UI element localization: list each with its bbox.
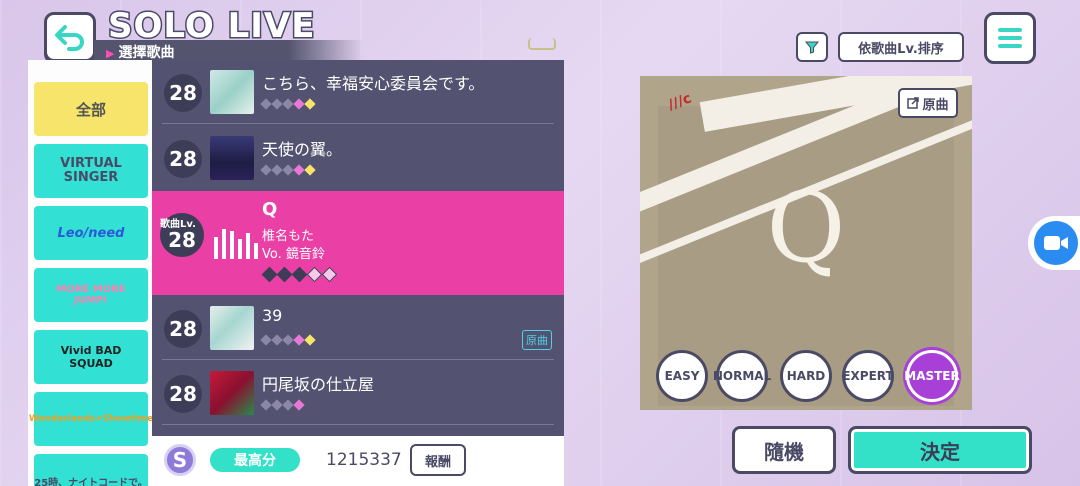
- back-arrow-icon: [55, 25, 84, 51]
- menu-button[interactable]: [984, 12, 1036, 64]
- sidebar-item-leo-need[interactable]: Leo/need: [34, 206, 148, 260]
- sidebar-item-nightcord[interactable]: 25時、ナイトコードで。: [34, 454, 148, 486]
- sidebar-item-more-more-jump[interactable]: MORE MORE JUMP!: [34, 268, 148, 322]
- video-button[interactable]: [1028, 216, 1080, 270]
- sort-button[interactable]: 依歌曲Lv.排序: [838, 32, 964, 62]
- filter-button[interactable]: [796, 32, 828, 62]
- sidebar-item-all[interactable]: 全部: [34, 82, 148, 136]
- nightcord-logo: 25時、ナイトコードで。: [34, 477, 148, 486]
- difficulty-normal-button[interactable]: NORMAL: [713, 350, 771, 402]
- song-row[interactable]: 28 円尾坂の仕立屋: [152, 361, 564, 425]
- song-row[interactable]: 28 天使の翼。: [152, 126, 564, 190]
- vbs-logo: Vivid BAD SQUAD: [60, 344, 122, 370]
- level-tag: 歌曲Lv.: [160, 219, 196, 230]
- score-bar: S 最高分 1215337 報酬: [152, 436, 564, 486]
- video-camera-icon: [1044, 236, 1068, 250]
- unit-filter-sidebar: 全部 VIRTUAL SINGER Leo/need MORE MORE JUM…: [28, 60, 154, 486]
- song-thumbnail: [210, 136, 254, 180]
- song-title: こちら、幸福安心委員会です。: [262, 74, 485, 93]
- subtitle-text: 選擇歌曲: [118, 45, 175, 61]
- difficulty-master-button[interactable]: MASTER: [904, 350, 960, 402]
- song-row[interactable]: 28 39 原曲: [152, 296, 564, 360]
- song-title: 39: [262, 306, 283, 325]
- difficulty-expert-button[interactable]: EXPERT: [842, 350, 894, 402]
- original-song-button[interactable]: 原曲: [898, 88, 958, 118]
- difficulty-easy-button[interactable]: EASY: [656, 350, 708, 402]
- back-button[interactable]: [44, 12, 96, 62]
- song-list[interactable]: 28 こちら、幸福安心委員会です。 28 天使の翼。 28 歌曲Lv. Q 椎名…: [152, 60, 564, 436]
- best-score-value: 1215337: [326, 450, 402, 470]
- song-level: 28: [164, 74, 202, 112]
- page-subtitle: ▶ 選擇歌曲: [106, 42, 174, 62]
- song-thumbnail: [210, 70, 254, 114]
- selected-song-artist: 椎名もた: [262, 229, 315, 244]
- random-button[interactable]: 隨機: [732, 426, 836, 474]
- filter-icon: [805, 41, 819, 54]
- song-title: 天使の翼。: [262, 140, 343, 159]
- external-link-icon: [907, 97, 920, 109]
- play-triangle-icon: ▶: [106, 47, 115, 60]
- song-level: 28: [164, 310, 202, 348]
- song-level: 28: [164, 140, 202, 178]
- reward-button[interactable]: 報酬: [410, 444, 466, 476]
- sidebar-item-virtual-singer[interactable]: VIRTUAL SINGER: [34, 144, 148, 198]
- selected-song-title: Q: [262, 199, 278, 220]
- song-row[interactable]: 28 こちら、幸福安心委員会です。: [152, 60, 564, 124]
- equalizer-icon: [214, 229, 258, 259]
- sidebar-item-label: VIRTUAL SINGER: [60, 156, 122, 185]
- difficulty-dots: [260, 98, 316, 110]
- decide-button[interactable]: 決定: [848, 426, 1032, 474]
- difficulty-hard-button[interactable]: HARD: [780, 350, 832, 402]
- rank-badge: S: [164, 444, 196, 476]
- song-level: 28: [164, 375, 202, 413]
- difficulty-dots: [260, 399, 305, 411]
- song-title: 円尾坂の仕立屋: [262, 375, 375, 394]
- original-tag: 原曲: [522, 330, 552, 350]
- mmj-logo: MORE MORE JUMP!: [56, 284, 126, 306]
- wxs-logo: Wonderlands×Showtime: [28, 414, 154, 424]
- song-row-selected[interactable]: 28 歌曲Lv. Q 椎名もた Vo. 鏡音鈴: [152, 191, 564, 295]
- song-thumbnail: [210, 371, 254, 415]
- leo-need-logo: Leo/need: [57, 225, 125, 241]
- difficulty-dots: [261, 266, 338, 283]
- sidebar-item-wonderlands-showtime[interactable]: Wonderlands×Showtime: [29, 392, 153, 446]
- song-thumbnail: [210, 306, 254, 350]
- hamburger-menu-icon: [998, 28, 1022, 48]
- original-song-label: 原曲: [922, 97, 949, 113]
- sidebar-item-label: 全部: [75, 100, 106, 119]
- difficulty-dots: [260, 164, 316, 176]
- list-scroll-tab: [528, 38, 556, 50]
- jacket-letter: Q: [766, 172, 846, 284]
- sidebar-item-vivid-bad-squad[interactable]: Vivid BAD SQUAD: [34, 330, 148, 384]
- selected-song-vocal: Vo. 鏡音鈴: [262, 247, 325, 262]
- best-score-label: 最高分: [210, 448, 300, 472]
- difficulty-dots: [260, 334, 316, 346]
